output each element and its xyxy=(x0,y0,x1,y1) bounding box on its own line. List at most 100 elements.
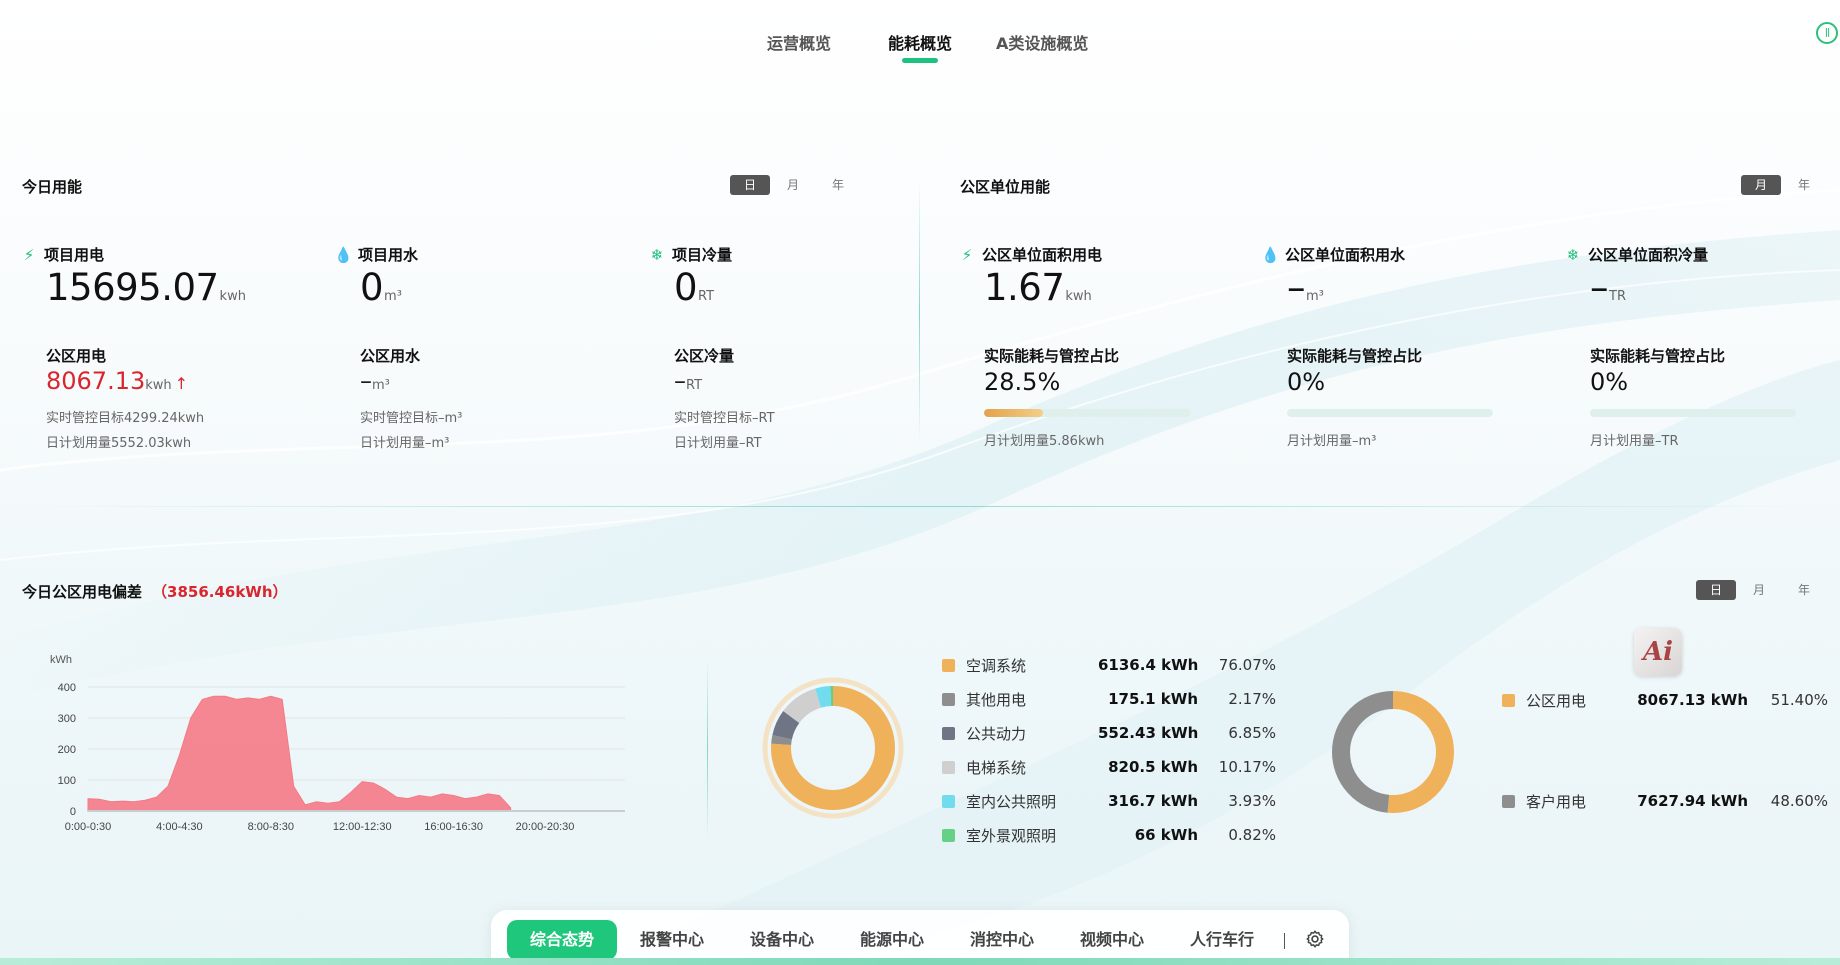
period-year-button[interactable]: 年 xyxy=(1781,175,1827,195)
snowflake-icon: ❄ xyxy=(1566,245,1580,264)
unit-period-switch: 月 年 xyxy=(1741,175,1827,195)
project-water-label: 💧 项目用水 xyxy=(334,244,418,265)
value-unit: m³ xyxy=(372,378,390,393)
project-water-value: 0m³ xyxy=(360,266,402,309)
legend-name: 客户用电 xyxy=(1526,792,1587,811)
x-tick-label: 4:00-4:30 xyxy=(156,821,202,833)
period-month-button[interactable]: 月 xyxy=(1741,175,1781,195)
legend-value: 8067.13 kWh xyxy=(1637,691,1748,709)
x-tick-label: 0:00-0:30 xyxy=(65,821,111,833)
legend-item[interactable]: 电梯系统 820.5 kWh 10.17% xyxy=(942,757,1276,777)
active-tab-indicator xyxy=(902,58,938,63)
tab-energy-overview[interactable]: 能耗概览 xyxy=(888,30,953,63)
value-unit: m³ xyxy=(384,289,402,304)
legend-value: 175.1 kWh xyxy=(1108,690,1198,708)
period-month-button[interactable]: 月 xyxy=(770,175,816,195)
legend-item[interactable]: 室外景观照明 66 kWh 0.82% xyxy=(942,825,1276,845)
project-cooling-value: 0RT xyxy=(674,266,714,309)
legend-swatch xyxy=(942,658,955,672)
legend-swatch xyxy=(942,828,955,842)
period-day-button[interactable]: 日 xyxy=(1696,580,1736,600)
nav-fire-control-center[interactable]: 消控中心 xyxy=(956,920,1048,960)
nav-alarm-center[interactable]: 报警中心 xyxy=(626,920,718,960)
area-series xyxy=(87,695,512,812)
legend-name: 室外景观照明 xyxy=(966,826,1057,845)
ai-assistant-button[interactable]: Ai xyxy=(1634,628,1682,676)
value-number: – xyxy=(674,367,686,395)
public-vs-customer-donut xyxy=(1332,691,1454,813)
label-text: 公区单位面积用水 xyxy=(1285,246,1406,264)
ratio-label: 实际能耗与管控占比 xyxy=(984,347,1120,365)
trend-up-icon: ↑ xyxy=(174,374,189,393)
nav-pedestrian-vehicle[interactable]: 人行车行 xyxy=(1176,920,1268,960)
period-month-button[interactable]: 月 xyxy=(1736,580,1782,600)
period-year-button[interactable]: 年 xyxy=(816,175,860,195)
water-drop-icon: 💧 xyxy=(334,245,353,264)
today-energy-title: 今日用能 xyxy=(22,178,83,196)
value-unit: kwh xyxy=(145,378,172,393)
tab-operations-overview[interactable]: 运营概览 xyxy=(767,30,831,54)
legend-value: 6136.4 kWh xyxy=(1098,656,1199,674)
unit-area-water-value: –m³ xyxy=(1287,266,1324,309)
nav-energy-center[interactable]: 能源中心 xyxy=(846,920,938,960)
x-tick-label: 20:00-20:30 xyxy=(516,821,575,833)
legend-item[interactable]: 室内公共照明 316.7 kWh 3.93% xyxy=(942,791,1276,811)
value-unit: RT xyxy=(686,378,703,393)
ratio-progress-fill xyxy=(984,409,1043,417)
legend-value: 316.7 kWh xyxy=(1108,792,1198,810)
unit-area-electricity-label: ⚡ 公区单位面积用电 xyxy=(958,244,1102,265)
project-cooling-label: ❄ 项目冷量 xyxy=(648,244,732,265)
public-cooling-label: 公区冷量 xyxy=(674,347,735,365)
lightning-icon: ⚡ xyxy=(23,245,35,264)
period-year-button[interactable]: 年 xyxy=(1782,580,1826,600)
project-electricity-value: 15695.07kwh xyxy=(46,266,246,309)
legend-item[interactable]: 客户用电 7627.94 kWh 48.60% xyxy=(1502,791,1828,811)
legend-item[interactable]: 空调系统 6136.4 kWh 76.07% xyxy=(942,655,1276,675)
legend-item[interactable]: 其他用电 175.1 kWh 2.17% xyxy=(942,689,1276,709)
legend-value: 66 kWh xyxy=(1134,826,1198,844)
monthly-plan-text: 月计划用量–TR xyxy=(1590,434,1679,449)
x-tick-label: 16:00-16:30 xyxy=(424,821,483,833)
legend-value: 552.43 kWh xyxy=(1098,724,1199,742)
legend-percent: 2.17% xyxy=(1228,690,1276,708)
nav-overview[interactable]: 综合态势 xyxy=(507,920,617,960)
monthly-plan-text: 月计划用量5.86kwh xyxy=(984,434,1105,449)
vertical-divider xyxy=(919,180,920,445)
tab-class-a-facilities-overview[interactable]: A类设施概览 xyxy=(996,30,1088,54)
y-tick-label: 100 xyxy=(58,775,76,787)
legend-name: 电梯系统 xyxy=(966,758,1027,777)
value-number: 0 xyxy=(360,266,384,309)
system-breakdown-donut xyxy=(762,677,904,819)
ratio-value: 28.5% xyxy=(984,368,1061,396)
unit-area-electricity-value: 1.67kwh xyxy=(984,266,1092,309)
nav-device-center[interactable]: 设备中心 xyxy=(736,920,828,960)
deviation-period-switch: 日 月 年 xyxy=(1696,580,1826,600)
water-drop-icon: 💧 xyxy=(1261,245,1280,264)
tab-label: 运营概览 xyxy=(767,34,832,53)
legend-item[interactable]: 公共动力 552.43 kWh 6.85% xyxy=(942,723,1276,743)
gear-icon[interactable] xyxy=(1304,928,1326,950)
period-day-button[interactable]: 日 xyxy=(730,175,770,195)
label-text: 公区单位面积用电 xyxy=(982,246,1103,264)
x-tick-label: 8:00-8:30 xyxy=(248,821,294,833)
public-water-value: –m³ xyxy=(360,367,390,395)
tab-label: 能耗概览 xyxy=(888,34,953,53)
value-unit: kwh xyxy=(1065,289,1092,304)
legend-item[interactable]: 公区用电 8067.13 kWh 51.40% xyxy=(1502,690,1828,710)
y-tick-label: 200 xyxy=(58,744,76,756)
bottom-accent-strip xyxy=(0,958,1840,965)
pause-icon[interactable]: || xyxy=(1816,22,1838,44)
realtime-target-text: 实时管控目标–RT xyxy=(674,411,775,426)
label-text: 项目用水 xyxy=(358,246,419,264)
x-tick-label: 12:00-12:30 xyxy=(333,821,392,833)
label-text: 公区单位面积冷量 xyxy=(1588,246,1709,264)
monthly-plan-text: 月计划用量–m³ xyxy=(1287,434,1377,449)
value-number: 15695.07 xyxy=(46,266,219,309)
tab-label: A类设施概览 xyxy=(996,34,1089,53)
realtime-target-text: 实时管控目标4299.24kwh xyxy=(46,411,205,426)
value-number: 0 xyxy=(674,266,698,309)
legend-name: 室内公共照明 xyxy=(966,792,1057,811)
value-unit: RT xyxy=(698,289,715,304)
nav-video-center[interactable]: 视频中心 xyxy=(1066,920,1158,960)
legend-percent: 76.07% xyxy=(1218,656,1276,674)
